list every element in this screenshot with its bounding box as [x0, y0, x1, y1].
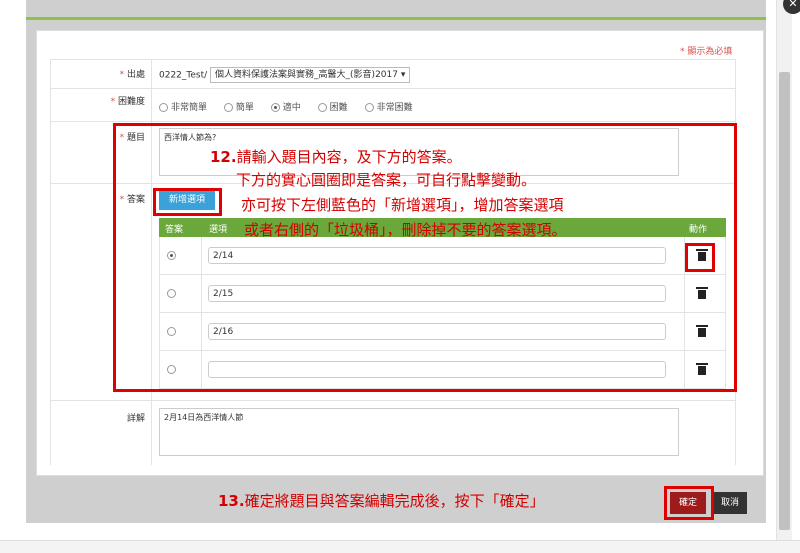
- explanation-label: 詳解: [126, 414, 145, 424]
- cancel-button[interactable]: 取消: [713, 492, 747, 514]
- annotation-box-add-option: [153, 188, 222, 216]
- difficulty-option-hard[interactable]: 困難: [317, 100, 348, 113]
- scrollbar-thumb[interactable]: [779, 72, 790, 530]
- step12-number: 12.: [210, 148, 237, 166]
- step12-line4: 或者右側的「垃圾桶」，刪除掉不要的答案選項。: [244, 221, 567, 239]
- annotation-box-confirm: [664, 486, 714, 520]
- difficulty-option-very-hard[interactable]: 非常困難: [364, 100, 413, 113]
- radio-icon[interactable]: [317, 103, 327, 112]
- step12-heading: 12.請輸入題目內容，及下方的答案。: [210, 148, 462, 166]
- radio-icon[interactable]: [364, 103, 374, 112]
- explanation-textarea[interactable]: 2月14日為西洋情人節: [159, 408, 679, 456]
- difficulty-option-very-easy[interactable]: 非常簡單: [159, 100, 207, 113]
- source-prefix: 0222_Test/: [159, 70, 208, 81]
- difficulty-option-medium[interactable]: 適中: [270, 100, 301, 113]
- step12-line3: 亦可按下左側藍色的「新增選項」，增加答案選項: [241, 196, 564, 214]
- source-row: * 出處 0222_Test/ 個人資料保護法案與實務_高醫大_(影音)2017…: [50, 59, 736, 89]
- source-label: 出處: [126, 70, 145, 80]
- source-select[interactable]: 個人資料保護法案與實務_高醫大_(影音)2017 ▾: [210, 67, 411, 83]
- difficulty-option-easy[interactable]: 簡單: [223, 100, 254, 113]
- difficulty-label: 困難度: [117, 97, 145, 107]
- required-note: * 顯示為必填: [680, 47, 733, 57]
- page-bottom-bar: [0, 540, 800, 553]
- step12-line2: 下方的實心圓圈即是答案，可自行點擊變動。: [236, 171, 537, 189]
- radio-icon[interactable]: [223, 103, 233, 112]
- step13-text: 13.確定將題目與答案編輯完成後，按下「確定」: [218, 492, 545, 510]
- radio-selected-icon[interactable]: [270, 103, 280, 112]
- header-accent-line: [26, 17, 766, 20]
- step13-number: 13.: [218, 492, 245, 510]
- difficulty-row: * 困難度 非常簡單 簡單 適中 困難 非常困難: [50, 89, 736, 122]
- annotation-box-trash: [685, 243, 715, 272]
- radio-icon[interactable]: [159, 103, 168, 112]
